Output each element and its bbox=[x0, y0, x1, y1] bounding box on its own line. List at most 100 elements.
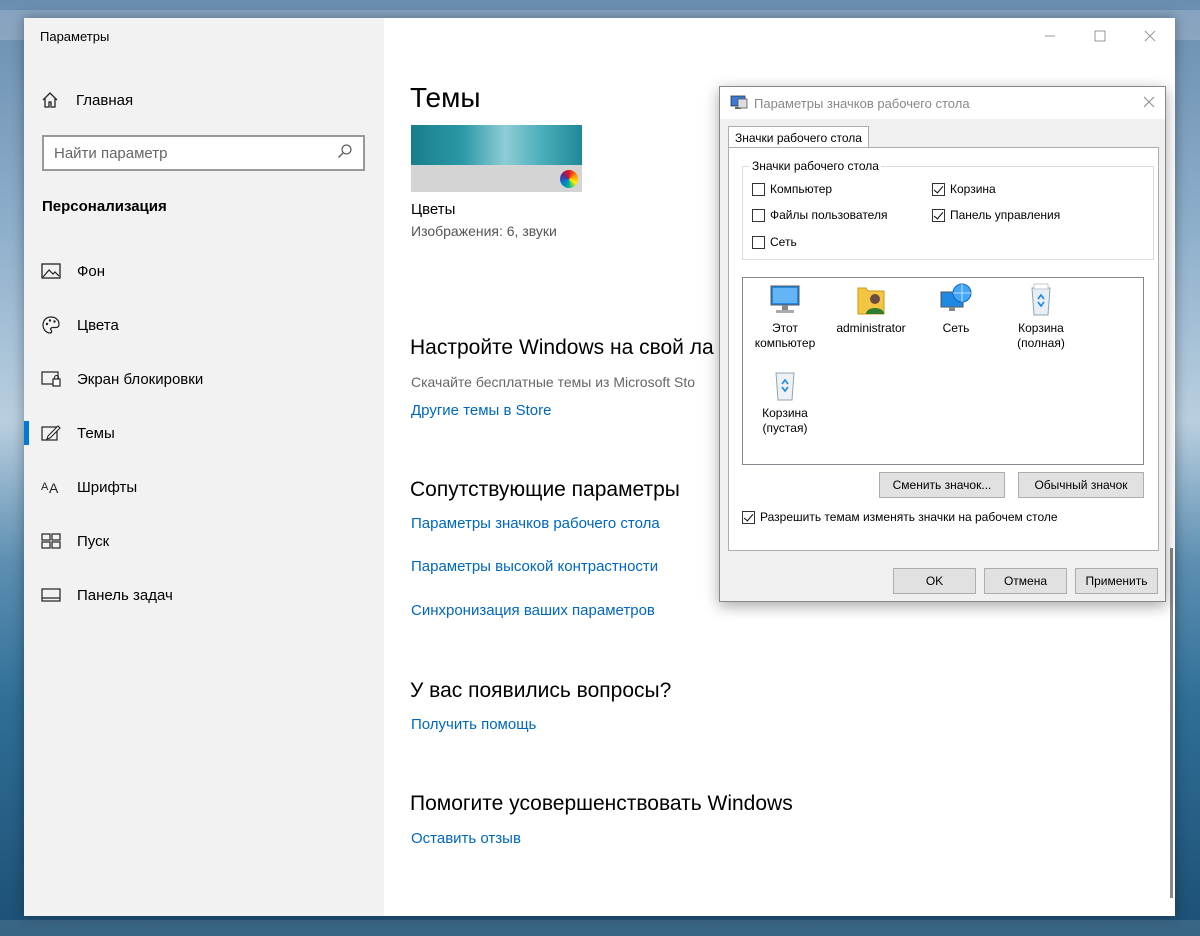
icon-label: Сеть bbox=[942, 321, 970, 335]
sync-settings-link[interactable]: Синхронизация ваших параметров bbox=[411, 602, 655, 619]
icon-tile-recycle-bin-empty[interactable]: Корзина (пустая) bbox=[742, 367, 828, 436]
desktop-icons-link[interactable]: Параметры значков рабочего стола bbox=[411, 515, 660, 532]
close-icon bbox=[1144, 30, 1156, 42]
cancel-button[interactable]: Отмена bbox=[984, 568, 1067, 594]
high-contrast-link[interactable]: Параметры высокой контрастности bbox=[411, 558, 658, 575]
dialog-close-icon[interactable] bbox=[1143, 95, 1155, 113]
theme-thumbnail[interactable] bbox=[411, 125, 582, 192]
icon-tile-recycle-bin-full[interactable]: Корзина (полная) bbox=[998, 282, 1084, 351]
tab-desktop-icons[interactable]: Значки рабочего стола bbox=[728, 126, 869, 148]
user-folder-icon bbox=[854, 282, 888, 318]
dialog-titlebar[interactable]: Параметры значков рабочего стола bbox=[720, 87, 1165, 119]
customize-description: Скачайте бесплатные темы из Microsoft St… bbox=[411, 374, 696, 390]
icon-label: Корзина (полная) bbox=[1017, 321, 1065, 350]
ok-button[interactable]: OK bbox=[893, 568, 976, 594]
checkbox-recycle-bin[interactable]: Корзина bbox=[932, 182, 996, 196]
theme-description: Изображения: 6, звуки bbox=[411, 223, 557, 239]
home-icon bbox=[40, 90, 60, 110]
icon-tile-computer[interactable]: Этот компьютер bbox=[742, 282, 828, 351]
palette-icon bbox=[41, 315, 61, 335]
minimize-icon bbox=[1045, 35, 1055, 37]
maximize-icon bbox=[1094, 30, 1106, 42]
customize-heading: Настройте Windows на свой ла bbox=[410, 336, 714, 359]
nav-item-fonts[interactable]: AA Шрифты bbox=[24, 460, 384, 514]
window-controls bbox=[1025, 18, 1175, 54]
dialog-app-icon bbox=[730, 95, 748, 111]
checkbox-label: Разрешить темам изменять значки на рабоч… bbox=[760, 510, 1058, 524]
allow-themes-checkbox[interactable]: Разрешить темам изменять значки на рабоч… bbox=[742, 510, 1058, 524]
desktop-icon-settings-dialog: Параметры значков рабочего стола Значки … bbox=[719, 86, 1166, 602]
themes-icon bbox=[41, 423, 61, 443]
checkbox-network[interactable]: Сеть bbox=[752, 235, 797, 249]
search-box[interactable] bbox=[42, 135, 365, 171]
checkbox-box[interactable] bbox=[752, 208, 765, 222]
nav-item-lock-screen[interactable]: Экран блокировки bbox=[24, 352, 384, 406]
checkbox-box[interactable] bbox=[742, 510, 755, 524]
improve-heading: Помогите усовершенствовать Windows bbox=[410, 792, 793, 815]
checkbox-box[interactable] bbox=[932, 208, 945, 222]
minimize-button[interactable] bbox=[1025, 18, 1075, 54]
close-button[interactable] bbox=[1125, 18, 1175, 54]
get-help-link[interactable]: Получить помощь bbox=[411, 716, 536, 733]
checkbox-label: Корзина bbox=[950, 182, 996, 196]
nav-item-label: Панель задач bbox=[77, 586, 173, 604]
nav-list: Фон Цвета Экран блокировки Темы A A Шриф… bbox=[24, 244, 384, 622]
store-themes-link[interactable]: Другие темы в Store bbox=[411, 402, 552, 419]
nav-item-start[interactable]: Пуск bbox=[24, 514, 384, 568]
nav-item-taskbar[interactable]: Панель задач bbox=[24, 568, 384, 622]
search-input[interactable] bbox=[54, 144, 337, 162]
change-icon-button[interactable]: Сменить значок... bbox=[879, 472, 1005, 498]
scrollbar[interactable] bbox=[1170, 548, 1173, 898]
icon-tile-user-folder[interactable]: administrator bbox=[828, 282, 914, 336]
maximize-button[interactable] bbox=[1075, 18, 1125, 54]
nav-item-label: Пуск bbox=[77, 532, 110, 550]
apply-button[interactable]: Применить bbox=[1075, 568, 1158, 594]
fonts-icon: AA bbox=[41, 477, 61, 497]
taskbar-icon bbox=[41, 585, 61, 605]
desktop-icons-group: Значки рабочего стола Компьютер Корзина … bbox=[742, 159, 1154, 260]
color-wheel-icon bbox=[560, 170, 578, 188]
dialog-title: Параметры значков рабочего стола bbox=[754, 95, 970, 111]
related-heading: Сопутствующие параметры bbox=[410, 478, 680, 501]
app-title: Параметры bbox=[40, 29, 110, 44]
network-icon bbox=[939, 282, 973, 318]
lock-screen-icon bbox=[41, 369, 61, 389]
section-title: Персонализация bbox=[42, 198, 167, 215]
recycle-bin-full-icon bbox=[1024, 282, 1058, 318]
checkbox-label: Компьютер bbox=[770, 182, 833, 196]
checkbox-box[interactable] bbox=[932, 182, 945, 196]
svg-text:A: A bbox=[49, 480, 59, 496]
icon-list: Этот компьютер administrator Сеть Корзин… bbox=[742, 277, 1144, 465]
group-label: Значки рабочего стола bbox=[750, 159, 881, 173]
checkbox-user-files[interactable]: Файлы пользователя bbox=[752, 208, 887, 222]
default-icon-button[interactable]: Обычный значок bbox=[1018, 472, 1144, 498]
checkbox-computer[interactable]: Компьютер bbox=[752, 182, 832, 196]
icon-label: administrator bbox=[836, 321, 906, 335]
sidebar: Параметры Главная Персонализация Фон bbox=[24, 18, 384, 916]
checkbox-box[interactable] bbox=[752, 235, 765, 249]
icon-tile-network[interactable]: Сеть bbox=[913, 282, 999, 336]
nav-home[interactable]: Главная bbox=[40, 88, 133, 112]
theme-preview-image bbox=[411, 125, 582, 165]
questions-heading: У вас появились вопросы? bbox=[410, 679, 672, 702]
start-icon bbox=[41, 531, 61, 551]
icon-label: Корзина (пустая) bbox=[762, 406, 808, 435]
search-icon[interactable] bbox=[337, 143, 353, 164]
nav-home-label: Главная bbox=[76, 91, 134, 109]
page-title: Темы bbox=[410, 82, 481, 113]
feedback-link[interactable]: Оставить отзыв bbox=[411, 830, 521, 847]
checkbox-label: Панель управления bbox=[950, 208, 1061, 222]
nav-item-label: Темы bbox=[77, 424, 115, 442]
checkbox-control-panel[interactable]: Панель управления bbox=[932, 208, 1060, 222]
tab-panel: Значки рабочего стола Компьютер Корзина … bbox=[728, 147, 1159, 551]
checkbox-label: Сеть bbox=[770, 235, 797, 249]
checkbox-box[interactable] bbox=[752, 182, 765, 196]
nav-item-label: Фон bbox=[77, 262, 106, 280]
nav-item-colors[interactable]: Цвета bbox=[24, 298, 384, 352]
nav-item-themes[interactable]: Темы bbox=[24, 406, 384, 460]
theme-preview-bar bbox=[411, 165, 582, 192]
computer-icon bbox=[768, 282, 802, 318]
nav-item-label: Цвета bbox=[77, 316, 119, 334]
nav-item-background[interactable]: Фон bbox=[24, 244, 384, 298]
icon-label: Этот компьютер bbox=[754, 321, 816, 350]
